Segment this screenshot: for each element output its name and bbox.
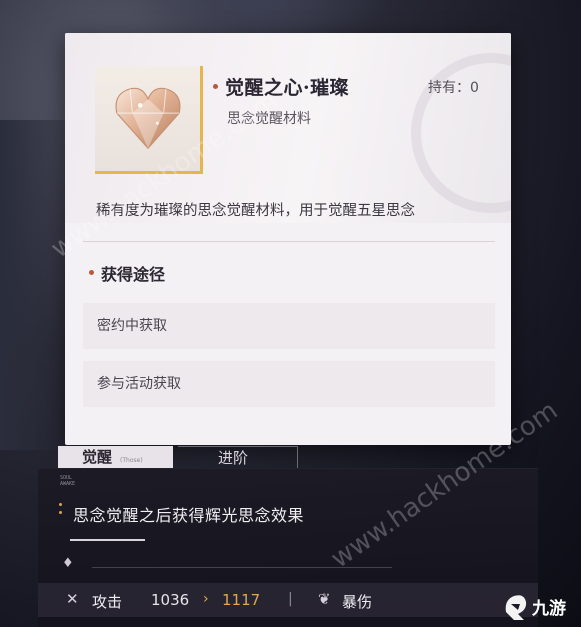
item-icon-frame	[95, 66, 203, 174]
tab-awaken-label: 觉醒	[82, 448, 113, 466]
tab-advance-label: 进阶	[218, 449, 249, 467]
panel-tag: SOUL AWAKE	[60, 475, 75, 487]
attack-label: 攻击	[92, 593, 123, 611]
diamond-icon: ♦	[62, 556, 74, 571]
tab-awaken-tag: (Those)	[120, 457, 143, 464]
logo-text: 九游	[531, 598, 566, 619]
stat-separator: |	[288, 591, 293, 607]
background-shadow	[0, 120, 70, 450]
title-bullet	[213, 84, 218, 89]
tab-advance[interactable]: 进阶	[178, 446, 298, 468]
sources-title: 获得途径	[101, 265, 166, 284]
heart-diamond-icon	[115, 87, 181, 150]
effect-underline	[70, 539, 145, 541]
crit-damage-label: 暴伤	[342, 593, 373, 611]
owned-count: 持有：0	[428, 80, 479, 96]
attack-new-value: 1117	[222, 591, 261, 609]
section-bullet	[89, 270, 94, 275]
crit-icon: ❦	[318, 590, 331, 608]
item-detail-card: 觉醒之心·璀璨 思念觉醒材料 持有：0 稀有度为璀璨的思念觉醒材料，用于觉醒五星…	[65, 33, 511, 445]
effect-bullet-icon	[59, 503, 63, 523]
divider	[83, 241, 495, 242]
attack-icon: ✕	[66, 590, 79, 608]
awaken-effect-text: 思念觉醒之后获得辉光思念效果	[73, 506, 305, 525]
tab-bar: 觉醒 (Those) 进阶	[38, 446, 538, 469]
jiuyou-logo: 九游	[505, 595, 566, 620]
increase-arrow-icon: ›	[203, 591, 209, 607]
item-title: 觉醒之心·璀璨	[225, 77, 350, 99]
stat-divider	[92, 567, 392, 568]
attack-old-value: 1036	[151, 591, 190, 609]
tab-awaken[interactable]: 觉醒 (Those)	[58, 446, 173, 468]
panel-tag-line2: AWAKE	[60, 481, 76, 487]
source-item-event[interactable]: 参与活动获取	[83, 361, 495, 407]
source-item-contract[interactable]: 密约中获取	[83, 303, 495, 349]
item-category: 思念觉醒材料	[227, 111, 311, 127]
item-description: 稀有度为璀璨的思念觉醒材料，用于觉醒五星思念	[96, 203, 415, 219]
